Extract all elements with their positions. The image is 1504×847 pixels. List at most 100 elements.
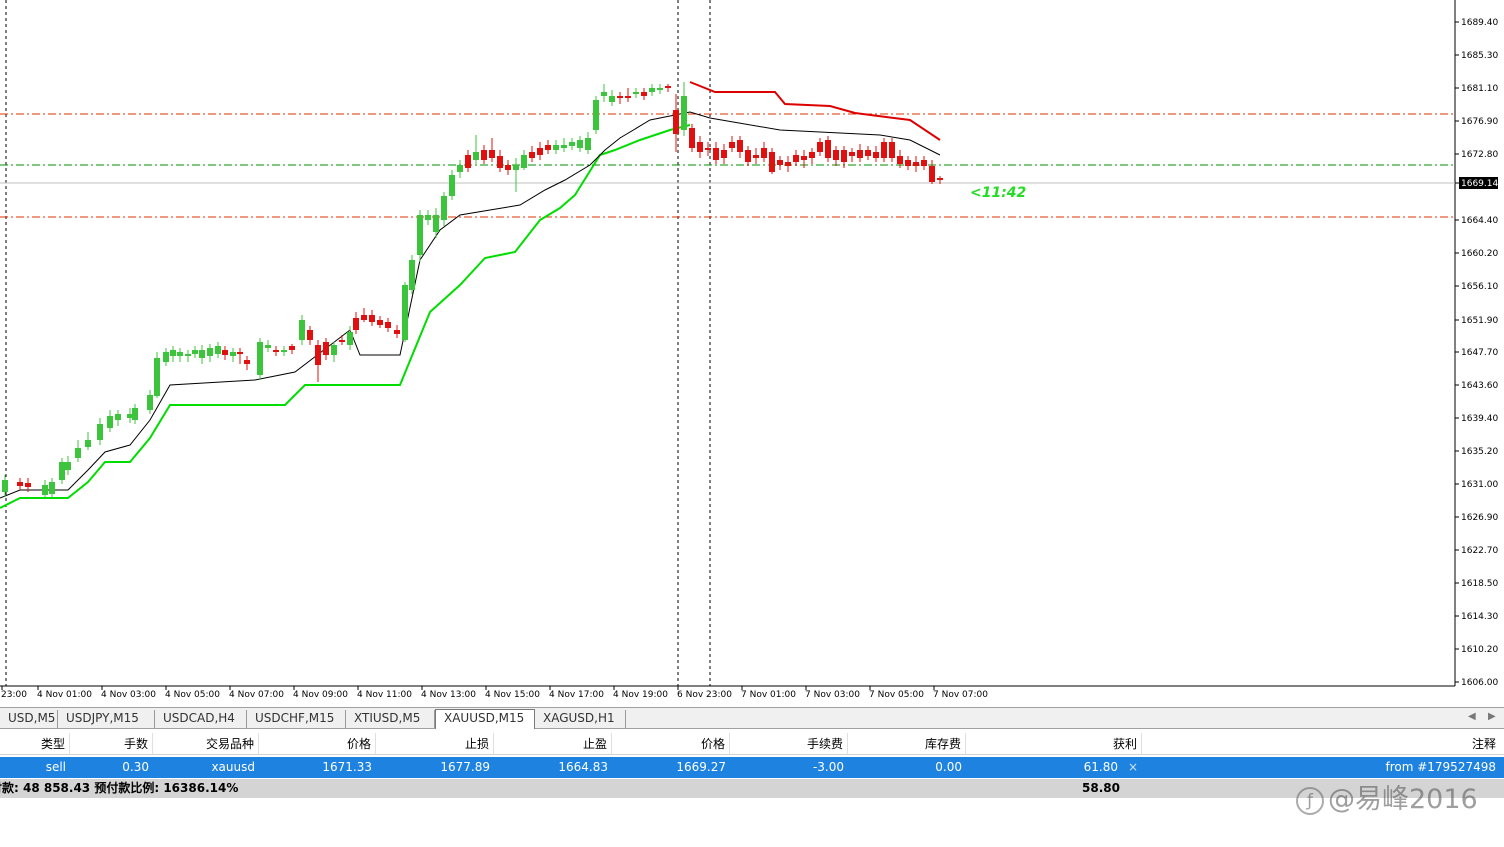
watermark: ƒ @易峰2016 — [1296, 777, 1478, 816]
candlestick — [42, 480, 48, 497]
candle-body — [409, 260, 415, 290]
candlestick — [697, 136, 703, 158]
time-axis-label: 7 Nov 03:00 — [805, 690, 860, 700]
candle-body — [865, 150, 871, 156]
candle-body — [585, 138, 591, 150]
order-profit: 61.80 — [1083, 760, 1118, 774]
candle-body — [154, 358, 160, 396]
candlestick — [59, 458, 65, 484]
order-take-profit[interactable]: 1664.83 — [494, 757, 612, 778]
col-comment[interactable]: 注释 — [1142, 733, 1500, 755]
candle-body — [825, 140, 831, 158]
candle-body — [97, 424, 103, 440]
candle-body — [299, 320, 305, 340]
tab-usdjpy-m15[interactable]: USDJPY,M15 — [58, 710, 155, 728]
time-axis-label: 7 Nov 05:00 — [869, 690, 924, 700]
candlestick — [2, 475, 8, 497]
col-open-price[interactable]: 价格 — [259, 733, 376, 755]
candlestick — [192, 346, 198, 358]
candle-body — [207, 348, 213, 356]
candle-body — [777, 160, 783, 165]
candle-body — [697, 142, 703, 152]
candle-body — [561, 145, 567, 148]
price-axis-label: 1689.40 — [1461, 18, 1498, 28]
candle-body — [417, 215, 423, 255]
tab-xtiusd-m5[interactable]: XTIUSD,M5 — [346, 710, 435, 728]
account-summary-row: 付款: 48 858.43 预付款比例: 16386.14% 58.80 — [0, 779, 1504, 798]
table-row[interactable]: sell 0.30 xauusd 1671.33 1677.89 1664.83… — [0, 757, 1504, 778]
candlestick — [299, 315, 305, 345]
col-swap[interactable]: 库存费 — [848, 733, 966, 755]
candlestick — [107, 410, 113, 432]
col-type[interactable]: 类型 — [0, 733, 70, 755]
price-axis-label: 1610.20 — [1461, 645, 1498, 655]
chart-tab-bar: USD,M5 USDJPY,M15 USDCAD,H4 USDCHF,M15 X… — [0, 707, 1504, 729]
candlestick — [665, 84, 671, 92]
chart-canvas[interactable]: 1689.40 1685.30 1681.10 1676.90 1672.80 1669.… — [0, 0, 1504, 706]
col-stop-loss[interactable]: 止损 — [376, 733, 494, 755]
candle-body — [569, 142, 575, 146]
candle-body — [673, 110, 679, 134]
candle-body — [465, 155, 471, 168]
price-axis-label: 1647.70 — [1461, 348, 1498, 358]
order-open-price: 1671.33 — [322, 760, 372, 774]
tab-usd-m5[interactable]: USD,M5 — [0, 710, 58, 728]
tab-xagusd-h1[interactable]: XAGUSD,H1 — [535, 710, 626, 728]
candle-body — [705, 148, 711, 150]
candle-body — [385, 322, 391, 328]
price-chart[interactable]: 1689.40 1685.30 1681.10 1676.90 1672.80 1669.… — [0, 0, 1504, 706]
candlestick — [402, 282, 408, 342]
tab-xauusd-m15[interactable]: XAUUSD,M15 — [435, 709, 535, 729]
candle-body — [347, 332, 353, 345]
price-axis-label: 1660.20 — [1461, 249, 1498, 259]
candlestick — [609, 90, 615, 106]
col-lots[interactable]: 手数 — [70, 733, 153, 755]
candlestick — [49, 478, 55, 498]
candle-body — [107, 416, 113, 428]
candle-body — [425, 215, 431, 220]
candlestick — [817, 138, 823, 156]
trade-table-header: 类型 手数 交易品种 价格 止损 止盈 价格 手续费 库存费 获利 注释 — [0, 733, 1504, 755]
candle-body — [2, 480, 8, 492]
time-axis-label: 4 Nov 17:00 — [549, 690, 604, 700]
col-profit[interactable]: 获利 — [966, 733, 1142, 755]
col-current-price[interactable]: 价格 — [612, 733, 730, 755]
price-axis-label: 1664.40 — [1461, 216, 1498, 226]
price-axis-label: 1614.30 — [1461, 612, 1498, 622]
close-order-icon[interactable]: × — [1124, 757, 1142, 778]
candlestick — [237, 348, 243, 364]
candle-body — [49, 482, 55, 494]
time-axis-label: 7 Nov 01:00 — [741, 690, 796, 700]
col-take-profit[interactable]: 止盈 — [494, 733, 612, 755]
candlestick — [569, 138, 575, 150]
candlestick — [825, 136, 831, 162]
tab-usdchf-m15[interactable]: USDCHF,M15 — [247, 710, 346, 728]
candlestick — [593, 96, 599, 134]
candlestick — [913, 156, 919, 172]
candle-body — [273, 350, 279, 352]
col-commission[interactable]: 手续费 — [730, 733, 848, 755]
order-symbol: xauusd — [211, 760, 255, 774]
candle-body — [737, 140, 743, 152]
tab-usdcad-h4[interactable]: USDCAD,H4 — [155, 710, 247, 728]
price-axis-label: 1626.90 — [1461, 513, 1498, 523]
candlestick — [281, 346, 287, 356]
order-stop-loss[interactable]: 1677.89 — [376, 757, 494, 778]
tabs-scroll-right-icon[interactable]: ▶ — [1488, 711, 1496, 722]
candle-body — [177, 352, 183, 356]
candlestick — [721, 144, 727, 164]
tabs-scroll-left-icon[interactable]: ◀ — [1468, 711, 1476, 722]
col-symbol[interactable]: 交易品种 — [153, 733, 259, 755]
price-axis-label: 1685.30 — [1461, 51, 1498, 61]
candlestick — [457, 160, 463, 178]
candle-body — [17, 482, 23, 486]
candlestick — [115, 410, 121, 426]
candle-body — [115, 414, 121, 420]
candle-body — [593, 100, 599, 130]
candle-body — [641, 92, 647, 96]
candle-body — [689, 128, 695, 148]
candle-body — [339, 340, 345, 342]
candle-body — [170, 350, 176, 356]
candlestick — [347, 326, 353, 350]
candle-body — [230, 352, 236, 356]
